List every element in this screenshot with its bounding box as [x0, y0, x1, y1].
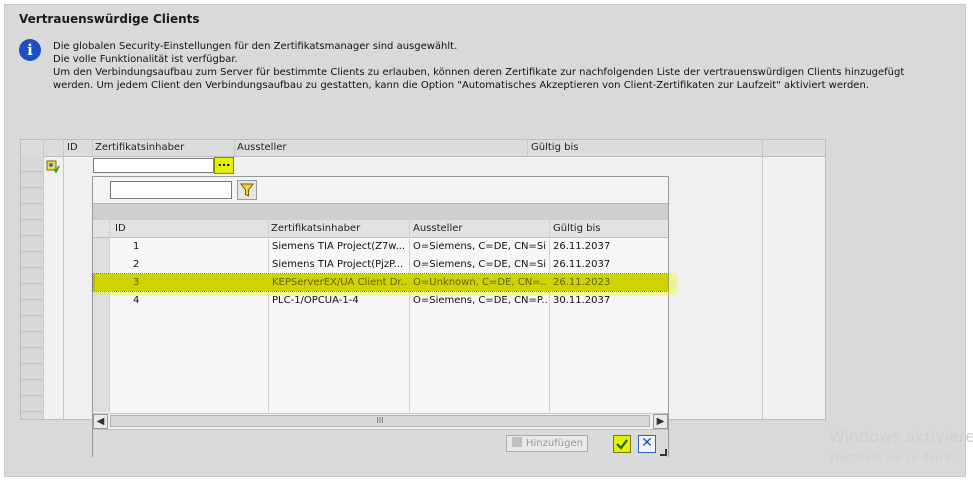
cert-valid-until: 26.11.2037 [553, 241, 611, 252]
activation-watermark: Windows aktiviere [829, 427, 973, 446]
add-certificate-icon [512, 437, 522, 447]
cert-id: 2 [133, 259, 140, 270]
divider [92, 140, 93, 156]
filter-input[interactable] [110, 181, 232, 199]
cert-holder: PLC-1/OPCUA-1-4 [272, 295, 359, 306]
info-icon: i [19, 39, 41, 61]
info-text: Die globalen Security-Einstellungen für … [53, 40, 943, 92]
cert-issuer: O=Siemens, C=DE, CN=Si... [413, 241, 547, 252]
divider [63, 140, 64, 419]
group-band [93, 203, 668, 221]
resize-grip[interactable] [660, 449, 667, 456]
divider [43, 140, 44, 419]
column-header-valid-until[interactable]: Gültig bis [531, 142, 578, 153]
info-line: Um den Verbindungsaufbau zum Server für … [53, 67, 905, 78]
certificate-holder-input[interactable] [93, 158, 214, 173]
cert-holder: Siemens TIA Project(Z7w... [272, 241, 406, 252]
certificate-list: ID Zertifikatsinhaber Aussteller Gültig … [92, 220, 669, 412]
browse-certificates-button[interactable]: ... [214, 157, 234, 174]
page-title: Vertrauenswürdige Clients [19, 12, 200, 26]
column-header-holder[interactable]: Zertifikatsinhaber [95, 142, 184, 153]
column-header-holder[interactable]: Zertifikatsinhaber [271, 223, 360, 234]
column-header-id[interactable]: ID [67, 142, 78, 153]
cert-valid-until: 26.11.2023 [553, 277, 611, 288]
cert-valid-until: 30.11.2037 [553, 295, 611, 306]
cert-valid-until: 26.11.2037 [553, 259, 611, 270]
column-header-valid-until[interactable]: Gültig bis [553, 223, 600, 234]
cert-issuer: O=Siemens, C=DE, CN=Si... [413, 259, 547, 270]
list-item[interactable]: 4 PLC-1/OPCUA-1-4 O=Siemens, C=DE, CN=P.… [93, 292, 668, 309]
certificate-picker-dropdown: ID Zertifikatsinhaber Aussteller Gültig … [92, 176, 669, 457]
add-button[interactable]: Hinzufügen [506, 435, 588, 452]
info-line: werden. Um jedem Client den Verbindungsa… [53, 80, 869, 91]
cert-id: 3 [133, 277, 140, 288]
cert-id: 1 [133, 241, 140, 252]
dropdown-footer: Hinzufügen ✕ [93, 429, 668, 457]
cert-id: 4 [133, 295, 140, 306]
list-item-selected[interactable]: 3 KEPServerEX/UA Client Dr... O=Unknown,… [92, 273, 669, 292]
cert-holder: Siemens TIA Project(PjzP... [272, 259, 404, 270]
scroll-right-icon[interactable]: ▶ [653, 414, 668, 429]
divider [527, 140, 528, 156]
info-line: Die volle Funktionalität ist verfügbar. [53, 54, 238, 65]
horizontal-scrollbar[interactable]: ◀ III ▶ [93, 413, 668, 429]
info-line: Die globalen Security-Einstellungen für … [53, 41, 458, 52]
table-header: ID Zertifikatsinhaber Aussteller Gültig … [21, 140, 825, 157]
scroll-left-icon[interactable]: ◀ [93, 414, 108, 429]
close-icon[interactable]: ✕ [638, 435, 656, 453]
cert-holder: KEPServerEX/UA Client Dr... [272, 277, 407, 288]
list-header: ID Zertifikatsinhaber Aussteller Gültig … [93, 220, 668, 238]
divider [762, 140, 763, 419]
filter-icon [240, 183, 254, 197]
list-item[interactable]: 2 Siemens TIA Project(PjzP... O=Siemens,… [93, 256, 668, 273]
checkmark-icon [616, 439, 628, 450]
add-button-label: Hinzufügen [526, 438, 583, 449]
cert-issuer: O=Siemens, C=DE, CN=P... [413, 295, 547, 306]
column-header-issuer[interactable]: Aussteller [413, 223, 463, 234]
filter-button[interactable] [237, 180, 257, 200]
scroll-thumb[interactable]: III [110, 415, 650, 427]
activation-watermark-subtext: Wechseln Sie zu den Ei [829, 451, 956, 464]
column-header-issuer[interactable]: Aussteller [237, 142, 287, 153]
column-header-id[interactable]: ID [115, 223, 126, 234]
row-header-column [21, 156, 43, 419]
confirm-button[interactable] [613, 435, 631, 453]
cert-issuer: O=Unknown, C=DE, CN=... [413, 277, 547, 288]
certificate-icon [46, 160, 60, 173]
list-item[interactable]: 1 Siemens TIA Project(Z7w... O=Siemens, … [93, 238, 668, 255]
divider [234, 140, 235, 156]
